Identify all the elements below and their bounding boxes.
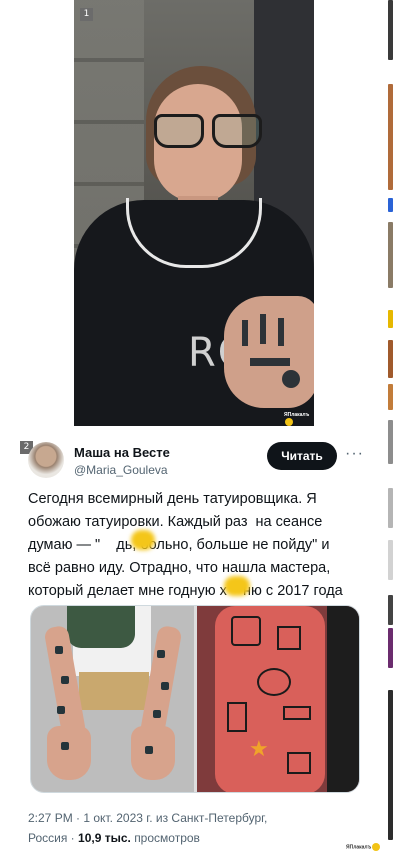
post-photo-1[interactable]: RO 1 ЯПлакалъ	[74, 0, 314, 426]
next-post-thumbnails[interactable]	[388, 0, 393, 862]
author-name[interactable]: Маша на Весте	[74, 445, 170, 460]
media-photo-hands[interactable]	[31, 606, 194, 792]
follow-button[interactable]: Читать	[267, 442, 337, 470]
avatar[interactable]	[28, 442, 64, 478]
tweet-location: Россия ·	[28, 831, 79, 845]
more-options-icon[interactable]: ···	[345, 445, 364, 463]
photo-tattooed-hand	[224, 296, 314, 408]
views-label: просмотров	[134, 831, 200, 845]
watermark-logo-bottom: ЯПлакалъ	[346, 843, 381, 851]
media-photo-leg[interactable]: ★	[197, 606, 359, 792]
author-handle[interactable]: @Maria_Gouleva	[74, 463, 168, 477]
views-count: 10,9 тыс.	[78, 831, 131, 845]
censor-blur	[131, 530, 155, 550]
watermark-logo: ЯПлакалъ	[284, 412, 314, 426]
tweet-text: Сегодня всемирный день татуировщика. Я о…	[28, 491, 343, 599]
photo-glasses	[150, 114, 266, 150]
tweet-timestamp[interactable]: 2:27 PM · 1 окт. 2023 г. из Санкт-Петерб…	[28, 808, 368, 828]
tweet-meta: 2:27 PM · 1 окт. 2023 г. из Санкт-Петерб…	[28, 808, 368, 848]
censor-blur	[224, 576, 250, 596]
tweet-media-grid[interactable]: ★	[30, 605, 360, 793]
photo-index-badge: 1	[80, 8, 93, 21]
